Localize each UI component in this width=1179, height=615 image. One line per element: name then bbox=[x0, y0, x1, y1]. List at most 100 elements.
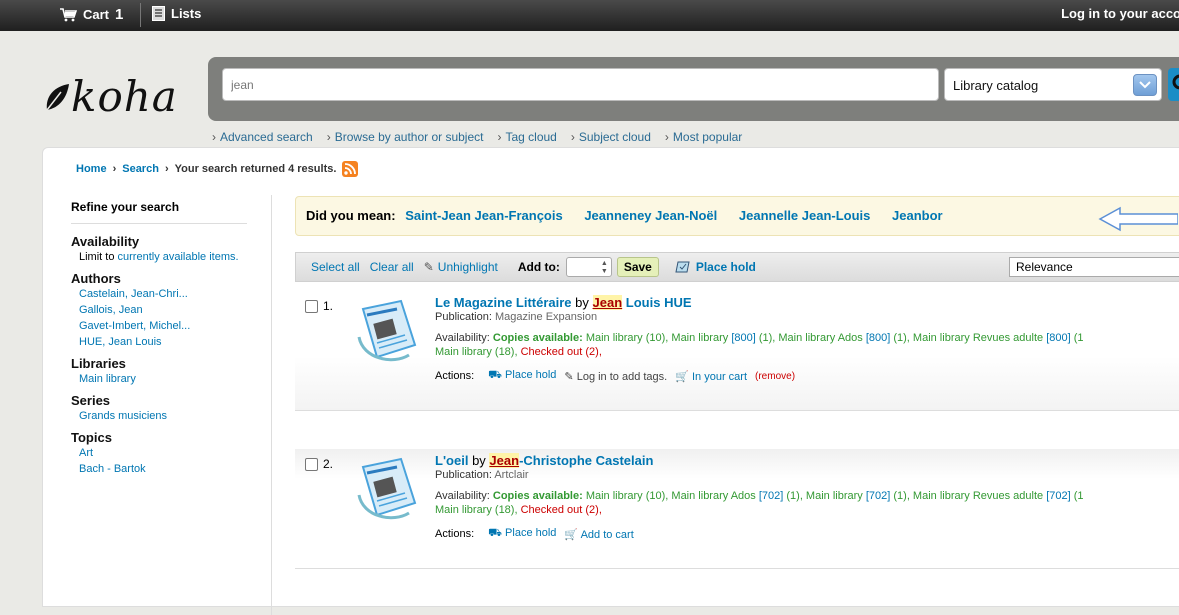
cart-button[interactable]: Cart 1 bbox=[60, 6, 123, 23]
tags-text: ✎ Log in to add tags. bbox=[564, 370, 667, 383]
hold-icon bbox=[675, 261, 690, 273]
facet-author-item[interactable]: HUE, Jean Louis bbox=[71, 334, 261, 350]
in-cart-label: In your cart bbox=[691, 370, 748, 383]
newspaper-icon bbox=[357, 457, 417, 520]
breadcrumb-separator: › bbox=[112, 163, 117, 175]
tags-label: Log in to add tags. bbox=[576, 370, 668, 383]
place-hold-button[interactable]: Place hold bbox=[675, 260, 756, 274]
rss-icon[interactable] bbox=[342, 161, 359, 177]
author-name: -Christophe Castelain bbox=[519, 453, 654, 468]
facet-library-link[interactable]: Main library bbox=[79, 373, 136, 385]
did-you-mean-box: Did you mean: Saint-Jean Jean-François J… bbox=[295, 196, 1179, 236]
result-author-link[interactable]: Jean Louis HUE bbox=[592, 295, 692, 310]
tag-cloud-label: Tag cloud bbox=[505, 130, 557, 144]
facet-author-link[interactable]: Gavet-Imbert, Michel... bbox=[79, 320, 190, 332]
most-popular-link[interactable]: › Most popular bbox=[665, 130, 742, 144]
suggestion-link[interactable]: Jeanneney Jean-Noël bbox=[584, 208, 717, 223]
chevron-down-icon[interactable] bbox=[1133, 74, 1157, 96]
facet-series-item[interactable]: Grands musiciens bbox=[71, 408, 261, 424]
availability-line: Availability: Copies available: Main lib… bbox=[435, 489, 1179, 517]
search-input[interactable] bbox=[222, 68, 939, 101]
topbar-divider bbox=[140, 3, 141, 27]
koha-logo[interactable]: koha bbox=[43, 72, 178, 121]
availability-text: (1 bbox=[1070, 490, 1084, 502]
currently-available-link[interactable]: currently available items. bbox=[118, 251, 239, 263]
catalog-select[interactable]: Library catalog bbox=[944, 68, 1162, 101]
browse-link[interactable]: › Browse by author or subject bbox=[327, 130, 484, 144]
facet-topic-item[interactable]: Art bbox=[71, 445, 261, 461]
call-number-link[interactable]: [702] bbox=[866, 490, 890, 502]
availability-text: Main library (10), Main library bbox=[585, 332, 732, 344]
clear-all-link[interactable]: Clear all bbox=[370, 260, 414, 274]
suggestion-link[interactable]: Jeannelle Jean-Louis bbox=[739, 208, 871, 223]
call-number-link[interactable]: [800] bbox=[731, 332, 755, 344]
result-title-line: L'oeil by Jean-Christophe Castelain bbox=[435, 453, 1179, 468]
availability-text: (1), Main library Revues adulte bbox=[890, 332, 1047, 344]
left-arrow-icon bbox=[1098, 206, 1178, 232]
result-checkbox[interactable] bbox=[305, 458, 318, 471]
result-title-link[interactable]: Le Magazine Littéraire bbox=[435, 295, 572, 310]
sort-select[interactable]: Relevance bbox=[1009, 257, 1179, 277]
lists-button[interactable]: Lists bbox=[152, 6, 201, 21]
result-title-link[interactable]: L'oeil bbox=[435, 453, 468, 468]
facet-topic-link[interactable]: Art bbox=[79, 447, 93, 459]
breadcrumb-search[interactable]: Search bbox=[122, 163, 159, 175]
publication-label: Publication: bbox=[435, 311, 492, 323]
subject-cloud-link[interactable]: › Subject cloud bbox=[571, 130, 651, 144]
call-number-link[interactable]: [800] bbox=[866, 332, 890, 344]
sidebar-divider bbox=[271, 195, 272, 615]
facet-author-link[interactable]: Gallois, Jean bbox=[79, 304, 143, 316]
facet-topic-link[interactable]: Bach - Bartok bbox=[79, 463, 146, 475]
cart-icon: 🛒 bbox=[564, 528, 579, 541]
unhighlight-link[interactable]: Unhighlight bbox=[438, 260, 498, 274]
cart-icon: 🛒 bbox=[675, 370, 689, 383]
publication-label: Publication: bbox=[435, 469, 492, 481]
advanced-search-link[interactable]: › Advanced search bbox=[212, 130, 313, 144]
top-bar: Cart 1 Lists Log in to your acco bbox=[0, 0, 1179, 31]
place-hold-link[interactable]: ⛟ Place hold bbox=[488, 527, 556, 541]
facet-author-item[interactable]: Gavet-Imbert, Michel... bbox=[71, 318, 261, 334]
add-to-cart-link[interactable]: 🛒 Add to cart bbox=[564, 528, 633, 541]
call-number-link[interactable]: [702] bbox=[1046, 490, 1070, 502]
suggestion-link[interactable]: Jeanbor bbox=[892, 208, 943, 223]
place-hold-link[interactable]: ⛟ Place hold bbox=[488, 369, 556, 383]
call-number-link[interactable]: [800] bbox=[1046, 332, 1070, 344]
tag-cloud-link[interactable]: › Tag cloud bbox=[497, 130, 556, 144]
cart-count: 1 bbox=[115, 6, 124, 23]
availability-text: Main library (18), bbox=[435, 504, 521, 516]
save-button[interactable]: Save bbox=[616, 257, 659, 277]
in-cart-link[interactable]: 🛒 In your cart bbox=[675, 370, 747, 383]
publication-value: Artclair bbox=[494, 469, 529, 481]
result-author-link[interactable]: Jean-Christophe Castelain bbox=[489, 453, 653, 468]
login-link[interactable]: Log in to your acco bbox=[1061, 6, 1179, 21]
breadcrumb-home[interactable]: Home bbox=[76, 163, 107, 175]
result-actions: Actions: ⛟ Place hold ✎ Log in to add ta… bbox=[435, 369, 1179, 383]
results-toolbar: Select all Clear all ✎ Unhighlight Add t… bbox=[295, 252, 1179, 282]
add-to-select[interactable]: ▲ ▼ bbox=[565, 257, 612, 277]
facet-topic-item[interactable]: Bach - Bartok bbox=[71, 461, 261, 477]
logo-text: koha bbox=[71, 72, 178, 121]
hold-icon: ⛟ bbox=[488, 527, 502, 539]
facet-heading-authors: Authors bbox=[71, 271, 121, 286]
facet-author-item[interactable]: Gallois, Jean bbox=[71, 302, 261, 318]
facet-author-link[interactable]: Castelain, Jean-Chri... bbox=[79, 288, 188, 300]
add-to-label: Add to: bbox=[517, 260, 560, 274]
select-all-link[interactable]: Select all bbox=[311, 260, 360, 274]
suggestion-link[interactable]: Saint-Jean Jean-François bbox=[405, 208, 563, 223]
remove-from-cart-link[interactable]: (remove) bbox=[755, 371, 795, 382]
lists-label: Lists bbox=[171, 6, 202, 21]
facet-author-item[interactable]: Castelain, Jean-Chri... bbox=[71, 286, 261, 302]
call-number-link[interactable]: [702] bbox=[759, 490, 783, 502]
place-hold-label: Place hold bbox=[505, 369, 557, 381]
did-you-mean-label: Did you mean: bbox=[306, 208, 396, 223]
search-button[interactable] bbox=[1168, 68, 1179, 101]
breadcrumb-current: Your search returned 4 results. bbox=[174, 163, 337, 175]
copies-available-label: Copies available: bbox=[492, 332, 583, 344]
facet-heading-availability: Availability bbox=[71, 234, 140, 249]
facet-author-link[interactable]: HUE, Jean Louis bbox=[79, 336, 162, 348]
facet-library-item[interactable]: Main library bbox=[71, 371, 261, 387]
availability-label: Availability: bbox=[435, 490, 490, 502]
hold-icon: ⛟ bbox=[488, 369, 502, 381]
facet-series-link[interactable]: Grands musiciens bbox=[79, 410, 167, 422]
result-checkbox[interactable] bbox=[305, 300, 318, 313]
